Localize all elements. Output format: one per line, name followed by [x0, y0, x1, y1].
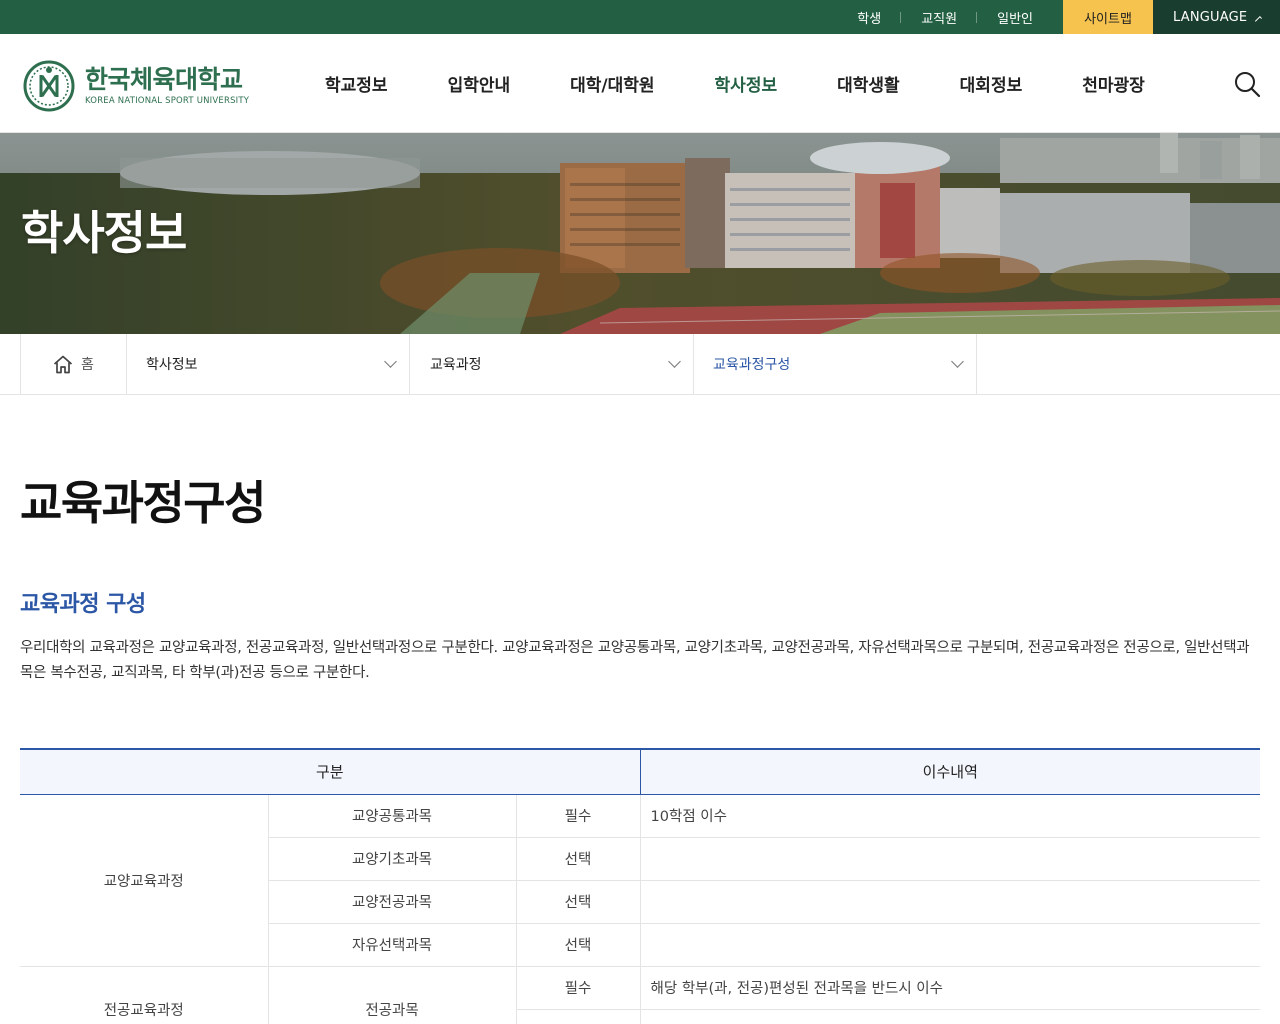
table-header-row: 구분 이수내역 — [20, 748, 1261, 795]
course-detail — [639, 1009, 1261, 1024]
utility-link-public[interactable]: 일반인 — [977, 0, 1053, 34]
curriculum-table: 구분 이수내역 교양교육과정 교양공통과목 필수 10학점 이수 교양기초과목 … — [20, 748, 1261, 1024]
course-type: 선택 — [515, 923, 641, 967]
course-detail — [639, 837, 1261, 881]
utility-links: 학생 교직원 일반인 사이트맵 LANGUAGE — [837, 0, 1280, 34]
table-header-details: 이수내역 — [639, 748, 1261, 795]
nav-item-cheonma-plaza[interactable]: 천마광장 — [1082, 71, 1145, 96]
chevron-down-icon — [384, 355, 397, 368]
table-row: 전공교육과정 전공과목 필수 해당 학부(과, 전공)편성된 전과목을 반드시 … — [20, 966, 1261, 1024]
breadcrumb-level3-dropdown[interactable]: 교육과정구성 — [693, 334, 977, 394]
sitemap-button[interactable]: 사이트맵 — [1063, 0, 1153, 34]
page-title: 교육과정구성 — [20, 476, 266, 530]
breadcrumb-home-label: 홈 — [81, 357, 94, 373]
breadcrumb-home[interactable]: 홈 — [20, 334, 127, 394]
utility-link-student[interactable]: 학생 — [837, 0, 902, 34]
logo-name-en: KOREA NATIONAL SPORT UNIVERSITY — [85, 96, 250, 106]
search-icon[interactable] — [1232, 69, 1262, 99]
utility-bar: 학생 교직원 일반인 사이트맵 LANGUAGE — [0, 0, 1280, 34]
section-description: 우리대학의 교육과정은 교양교육과정, 전공교육과정, 일반선택과정으로 구분한… — [20, 640, 1250, 681]
nav-item-campus-life[interactable]: 대학생활 — [837, 71, 900, 96]
group-name-major: 전공교육과정 — [20, 966, 268, 1024]
breadcrumb-level3-label: 교육과정구성 — [713, 357, 791, 373]
nav-item-admission[interactable]: 입학안내 — [448, 71, 511, 96]
table-row: 교양교육과정 교양공통과목 필수 10학점 이수 — [20, 794, 1261, 967]
group-name-general: 교양교육과정 — [20, 794, 268, 967]
breadcrumb: 홈 학사정보 교육과정 교육과정구성 — [0, 334, 1280, 395]
course-name: 자유선택과목 — [267, 923, 516, 967]
emblem-icon — [23, 60, 75, 112]
course-detail: 10학점 이수 — [639, 794, 1261, 838]
language-button[interactable]: LANGUAGE — [1153, 0, 1280, 34]
logo-text: 한국체육대학교 KOREA NATIONAL SPORT UNIVERSITY — [85, 65, 250, 107]
utility-link-faculty[interactable]: 교직원 — [901, 0, 978, 34]
breadcrumb-level1-dropdown[interactable]: 학사정보 — [126, 334, 410, 394]
course-name: 교양공통과목 — [267, 794, 516, 838]
chevron-down-icon — [668, 355, 681, 368]
course-name: 교양기초과목 — [267, 837, 516, 881]
course-type: 선택 — [515, 837, 641, 881]
chevron-down-icon — [951, 355, 964, 368]
nav-item-academic[interactable]: 학사정보 — [715, 71, 778, 96]
logo-name-ko: 한국체육대학교 — [85, 65, 243, 94]
breadcrumb-level2-dropdown[interactable]: 교육과정 — [410, 334, 694, 394]
course-detail — [639, 880, 1261, 924]
course-type: 필수 — [515, 794, 641, 838]
course-type: 필수 — [515, 966, 641, 1010]
nav-item-college[interactable]: 대학/대학원 — [570, 71, 654, 96]
banner-title: 학사정보 — [21, 206, 187, 260]
course-type — [515, 1009, 641, 1024]
nav-item-school-info[interactable]: 학교정보 — [325, 71, 388, 96]
university-logo[interactable]: 한국체육대학교 KOREA NATIONAL SPORT UNIVERSITY — [21, 60, 249, 112]
course-type: 선택 — [515, 880, 641, 924]
campus-aerial-image — [0, 133, 1280, 334]
course-name: 전공과목 — [267, 966, 516, 1024]
table-header-category: 구분 — [20, 748, 641, 795]
site-header: 한국체육대학교 KOREA NATIONAL SPORT UNIVERSITY … — [0, 34, 1280, 133]
breadcrumb-level2-label: 교육과정 — [430, 357, 482, 373]
hero-banner: 학사정보 — [0, 133, 1280, 334]
chevron-up-icon — [1255, 15, 1263, 23]
breadcrumb-level1-label: 학사정보 — [146, 357, 198, 373]
course-detail — [639, 923, 1261, 967]
course-detail: 해당 학부(과, 전공)편성된 전과목을 반드시 이수 — [639, 966, 1261, 1010]
main-nav: 학교정보 입학안내 대학/대학원 학사정보 대학생활 대회정보 천마광장 — [300, 34, 1145, 133]
home-icon — [53, 355, 73, 373]
course-name: 교양전공과목 — [267, 880, 516, 924]
nav-item-competition[interactable]: 대회정보 — [960, 71, 1023, 96]
section-title: 교육과정 구성 — [20, 592, 146, 617]
